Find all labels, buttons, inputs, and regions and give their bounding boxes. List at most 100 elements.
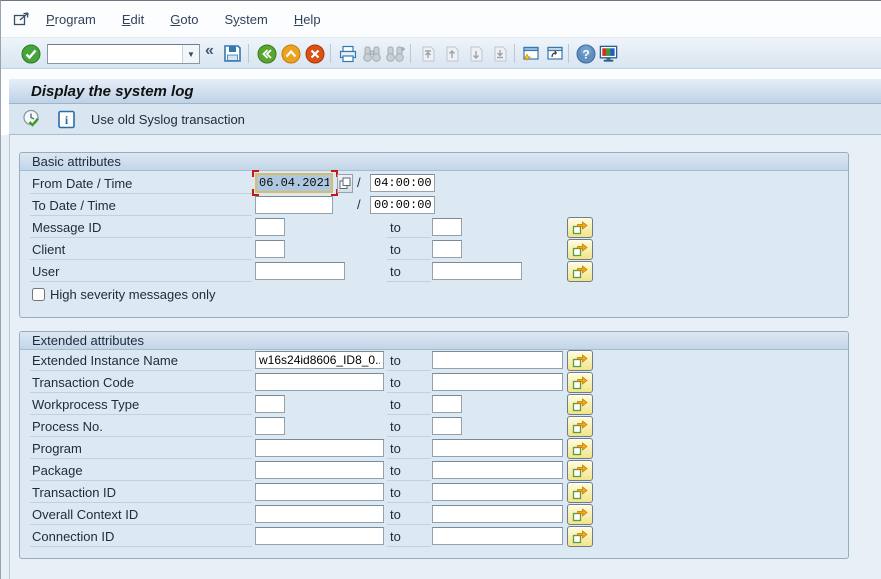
group-title: Extended attributes [32, 333, 144, 348]
parameter-row: Process No. to [20, 416, 848, 438]
to-time-input[interactable] [370, 196, 435, 214]
menu-goto[interactable]: Goto [157, 9, 211, 30]
from-value-input[interactable] [255, 461, 384, 479]
to-value-input[interactable] [432, 351, 563, 369]
multiple-selection-button[interactable] [567, 504, 593, 525]
multiple-selection-button[interactable] [567, 239, 593, 260]
help-button[interactable]: ? [575, 43, 596, 64]
to-value-input[interactable] [432, 218, 462, 236]
next-page-button[interactable] [465, 43, 486, 64]
page-title: Display the system log [31, 83, 194, 100]
to-underline [387, 546, 431, 547]
find-next-button[interactable] [385, 43, 406, 64]
from-value-input[interactable] [255, 439, 384, 457]
menu-program[interactable]: Program [33, 9, 109, 30]
from-value-input[interactable] [255, 262, 345, 280]
system-menu-icon[interactable] [11, 9, 33, 29]
to-label: to [390, 353, 401, 368]
menu-help[interactable]: Help [281, 9, 334, 30]
application-toolbar: i Use old Syslog transaction [9, 104, 881, 135]
cancel-button[interactable] [304, 43, 325, 64]
multiple-selection-button[interactable] [567, 217, 593, 238]
to-value-input[interactable] [432, 505, 563, 523]
from-value-input[interactable] [255, 218, 285, 236]
to-value-input[interactable] [432, 240, 462, 258]
create-shortcut-button[interactable] [544, 43, 565, 64]
from-value-input[interactable] [255, 240, 285, 258]
parameter-label: Workprocess Type [32, 397, 139, 412]
to-value-input[interactable] [432, 461, 563, 479]
from-value-input[interactable] [255, 527, 384, 545]
parameter-label: Transaction ID [32, 485, 116, 500]
from-time-input[interactable] [370, 174, 435, 192]
high-severity-checkbox[interactable] [32, 288, 45, 301]
save-button[interactable] [222, 43, 243, 64]
to-date-time-label: To Date / Time [32, 198, 116, 213]
to-value-input[interactable] [432, 527, 563, 545]
multiple-selection-icon [572, 507, 588, 522]
customize-layout-button[interactable] [598, 43, 619, 64]
multiple-selection-button[interactable] [567, 482, 593, 503]
to-underline [387, 436, 431, 437]
print-icon [338, 44, 358, 64]
to-value-input[interactable] [432, 439, 563, 457]
parameter-label: Connection ID [32, 529, 114, 544]
collapse-toolbar-icon[interactable]: « [205, 42, 214, 60]
execute-button[interactable] [21, 108, 43, 130]
exit-button[interactable] [280, 43, 301, 64]
from-value-input[interactable] [255, 373, 384, 391]
group-header: Extended attributes [20, 332, 848, 350]
multiple-selection-button[interactable] [567, 350, 593, 371]
basic-attributes-group: Basic attributes From Date / Time [19, 152, 849, 318]
previous-page-button[interactable] [441, 43, 462, 64]
to-value-input[interactable] [432, 262, 522, 280]
parameter-label: Message ID [32, 220, 101, 235]
row-underline [30, 458, 252, 459]
create-shortcut-icon [545, 44, 565, 64]
enter-button[interactable] [20, 43, 41, 64]
first-page-icon [418, 44, 438, 64]
to-value-input[interactable] [432, 417, 462, 435]
from-value-input[interactable] [255, 505, 384, 523]
parameter-label: Overall Context ID [32, 507, 138, 522]
first-page-button[interactable] [417, 43, 438, 64]
use-old-syslog-button[interactable]: Use old Syslog transaction [87, 110, 249, 129]
to-label: to [390, 419, 401, 434]
to-value-input[interactable] [432, 483, 563, 501]
date-picker-button[interactable] [337, 174, 353, 193]
to-value-input[interactable] [432, 373, 563, 391]
from-value-input[interactable] [255, 351, 384, 369]
last-page-button[interactable] [489, 43, 510, 64]
multiple-selection-icon [572, 463, 588, 478]
multiple-selection-button[interactable] [567, 394, 593, 415]
multiple-selection-button[interactable] [567, 460, 593, 481]
to-underline [387, 524, 431, 525]
multiple-selection-button[interactable] [567, 438, 593, 459]
multiple-selection-button[interactable] [567, 372, 593, 393]
from-value-input[interactable] [255, 395, 285, 413]
from-date-time-row: From Date / Time / [20, 173, 848, 195]
new-session-button[interactable] [520, 43, 541, 64]
to-label: to [390, 242, 401, 257]
parameter-row: Transaction Code to [20, 372, 848, 394]
print-button[interactable] [337, 43, 358, 64]
from-value-input[interactable] [255, 483, 384, 501]
from-date-time-label: From Date / Time [32, 176, 132, 191]
from-date-input[interactable] [255, 173, 333, 193]
to-date-input[interactable] [255, 196, 333, 214]
menu-system[interactable]: System [211, 9, 280, 30]
menu-edit[interactable]: Edit [109, 9, 157, 30]
extended-attributes-group: Extended attributes Extended Instance Na… [19, 331, 849, 559]
info-button[interactable]: i [55, 108, 77, 130]
multiple-selection-button[interactable] [567, 416, 593, 437]
from-value-input[interactable] [255, 417, 285, 435]
multiple-selection-icon [572, 220, 588, 235]
command-field-input[interactable] [48, 45, 182, 63]
find-button[interactable] [361, 43, 382, 64]
multiple-selection-button[interactable] [567, 261, 593, 282]
to-value-input[interactable] [432, 395, 462, 413]
multiple-selection-button[interactable] [567, 526, 593, 547]
back-button[interactable] [256, 43, 277, 64]
command-field-dropdown-button[interactable]: ▼ [182, 45, 199, 63]
toolbar-separator [410, 44, 411, 63]
